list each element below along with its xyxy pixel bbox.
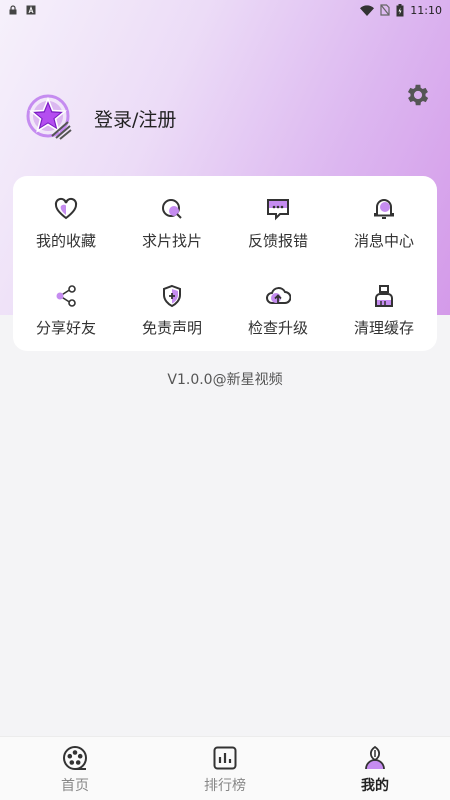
cloud-upload-icon — [266, 287, 291, 304]
share-icon — [56, 285, 76, 307]
tab-mine[interactable]: 我的 — [300, 737, 450, 800]
profile-icon — [365, 745, 385, 770]
menu-item-label: 分享好友 — [35, 319, 96, 337]
menu-item-label: 清理缓存 — [353, 319, 414, 337]
battery-icon — [396, 3, 404, 17]
shield-icon — [163, 284, 181, 308]
tab-label: 首页 — [61, 778, 89, 794]
no-sim-icon — [380, 4, 390, 16]
menu-item-share[interactable]: 分享好友 — [13, 263, 119, 351]
chart-icon — [213, 746, 237, 770]
menu-item-label: 反馈报错 — [247, 232, 308, 250]
menu-item-messages[interactable]: 消息中心 — [331, 176, 437, 263]
menu-item-label: 消息中心 — [353, 232, 414, 250]
status-left — [8, 5, 36, 15]
star-logo-avatar[interactable] — [24, 92, 76, 144]
tab-home[interactable]: 首页 — [0, 737, 150, 800]
search-icon — [162, 199, 182, 219]
function-menu-card: 我的收藏 求片找片 反馈报错 消息中心 分享好友 免责声明 检查升级 清理缓存 — [13, 176, 437, 351]
menu-item-label: 我的收藏 — [35, 232, 96, 250]
status-time: 11:10 — [410, 3, 442, 17]
profile-section[interactable]: 登录/注册 — [24, 92, 176, 144]
bottom-tab-bar: 首页 排行榜 我的 — [0, 736, 450, 800]
menu-item-feedback[interactable]: 反馈报错 — [225, 176, 331, 263]
status-bar: 11:10 — [0, 0, 450, 20]
tab-label: 排行榜 — [204, 778, 246, 794]
heart-icon — [54, 197, 78, 220]
menu-item-label: 免责声明 — [141, 319, 202, 337]
broom-clean-icon — [375, 285, 393, 307]
wifi-icon — [360, 4, 375, 16]
menu-item-disclaimer[interactable]: 免责声明 — [119, 263, 225, 351]
menu-item-check-update[interactable]: 检查升级 — [225, 263, 331, 351]
tab-label: 我的 — [361, 778, 389, 794]
login-register-link[interactable]: 登录/注册 — [94, 105, 176, 132]
app-notification-icon — [26, 5, 36, 15]
menu-item-label: 检查升级 — [247, 319, 308, 337]
menu-item-favorites[interactable]: 我的收藏 — [13, 176, 119, 263]
film-reel-icon — [63, 746, 87, 770]
feedback-message-icon — [267, 199, 289, 221]
menu-item-label: 求片找片 — [141, 232, 202, 250]
status-right: 11:10 — [360, 3, 442, 17]
version-text: V1.0.0@新星视频 — [167, 372, 283, 388]
lock-notification-icon — [8, 5, 18, 15]
menu-item-request-movie[interactable]: 求片找片 — [119, 176, 225, 263]
tab-ranking[interactable]: 排行榜 — [150, 737, 300, 800]
bell-icon — [374, 199, 394, 219]
settings-gear-icon[interactable] — [404, 81, 432, 109]
menu-item-clear-cache[interactable]: 清理缓存 — [331, 263, 437, 351]
